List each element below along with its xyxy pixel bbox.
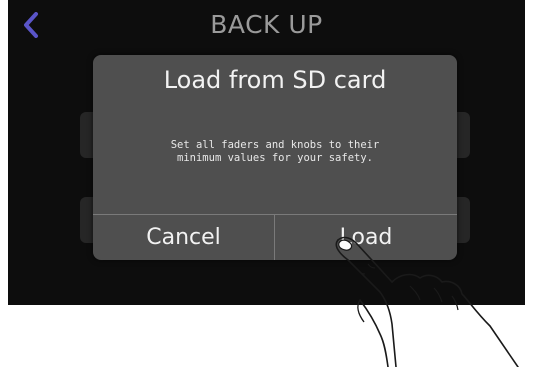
load-dialog: Load from SD card Set all faders and kno… <box>93 55 457 260</box>
device-screen: BACK UP Load from SD card Set all faders… <box>8 0 525 305</box>
load-button[interactable]: Load <box>275 215 457 260</box>
page-title: BACK UP <box>210 10 323 39</box>
dialog-message: Set all faders and knobs to their minimu… <box>170 139 380 164</box>
dialog-title: Load from SD card <box>163 66 387 94</box>
cancel-button[interactable]: Cancel <box>93 215 274 260</box>
